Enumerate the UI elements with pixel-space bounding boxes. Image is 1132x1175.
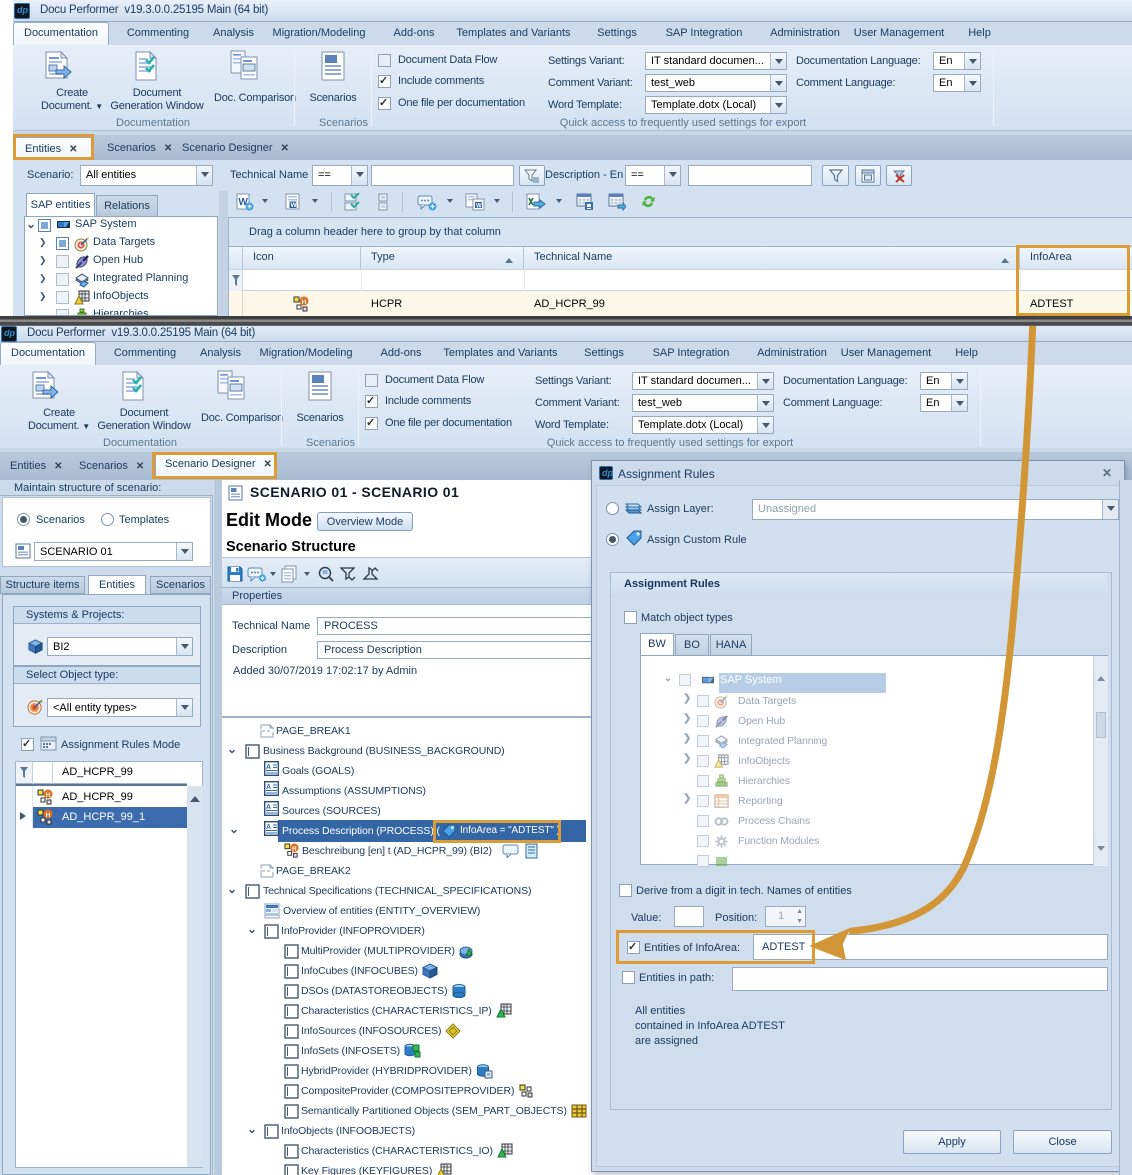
svg-text:H: H [46, 792, 51, 799]
svg-text:W: W [291, 202, 298, 209]
svg-text:W: W [476, 204, 482, 210]
svg-text:H: H [302, 299, 307, 306]
svg-text:H: H [292, 846, 296, 853]
svg-text:H: H [46, 812, 51, 819]
